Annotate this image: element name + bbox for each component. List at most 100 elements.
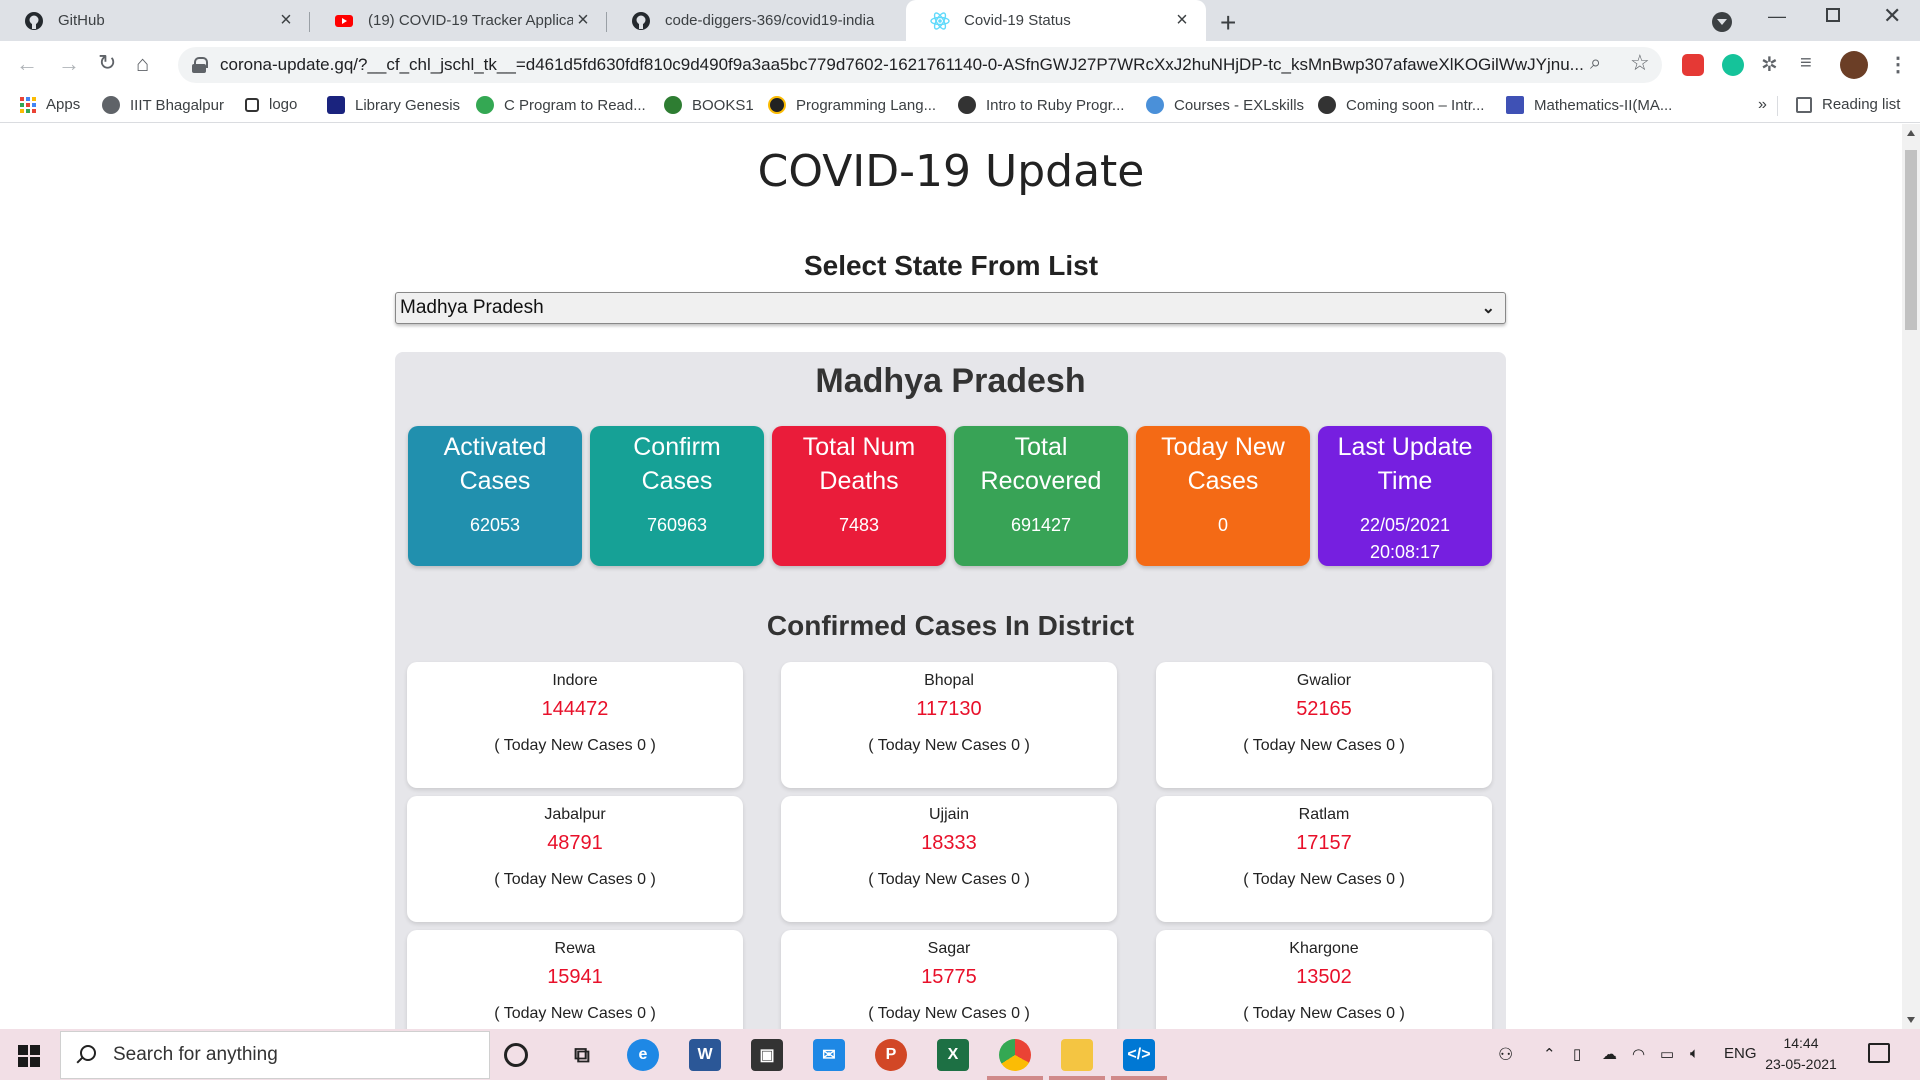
tab-search-icon[interactable] xyxy=(1712,12,1732,32)
bookmark-exlskills[interactable]: Courses - EXLskills xyxy=(1146,96,1304,114)
district-name: Indore xyxy=(552,672,598,689)
bookmark-label: BOOKS1 xyxy=(692,96,754,114)
window-close-icon[interactable]: ✕ xyxy=(1883,3,1901,29)
district-name: Ratlam xyxy=(1298,806,1350,823)
forward-arrow-icon[interactable]: → xyxy=(58,51,80,77)
scroll-thumb[interactable] xyxy=(1905,150,1917,330)
vscode-icon[interactable]: </> xyxy=(1123,1039,1155,1071)
device-icon[interactable]: ▯ xyxy=(1573,1045,1581,1063)
state-select-dropdown[interactable]: Madhya Pradesh ⌄ xyxy=(395,292,1506,324)
address-bar[interactable]: corona-update.gq/?__cf_chl_jschl_tk__=d4… xyxy=(178,47,1662,83)
bookmark-star-icon[interactable]: ☆ xyxy=(1630,50,1650,76)
reading-list[interactable]: Reading list xyxy=(1796,96,1900,113)
tab-title: GitHub xyxy=(58,12,105,29)
windows-start-icon[interactable] xyxy=(18,1045,40,1067)
bookmark-label: Intro to Ruby Progr... xyxy=(986,96,1125,114)
store-icon[interactable]: ▣ xyxy=(751,1039,783,1071)
district-today-new: ( Today New Cases 0 ) xyxy=(868,1005,1030,1022)
taskbar-clock[interactable]: 14:44 23-05-2021 xyxy=(1760,1033,1842,1075)
district-today-new: ( Today New Cases 0 ) xyxy=(494,871,656,888)
bookmark-label: Mathematics-II(MA... xyxy=(1534,96,1673,114)
district-card: Bhopal 117130 ( Today New Cases 0 ) xyxy=(781,662,1117,788)
powerpoint-icon[interactable]: P xyxy=(875,1039,907,1071)
reload-icon[interactable]: ↻ xyxy=(98,50,116,76)
cortana-icon[interactable] xyxy=(504,1043,528,1067)
battery-icon[interactable]: ▭ xyxy=(1660,1045,1674,1063)
go-icon xyxy=(958,96,976,114)
district-today-new: ( Today New Cases 0 ) xyxy=(868,737,1030,754)
tab-youtube[interactable]: (19) COVID-19 Tracker Applicatio × xyxy=(310,0,607,41)
stat-value: 691427 xyxy=(1010,515,1072,535)
clock-time: 14:44 xyxy=(1783,1035,1819,1051)
select-state-label: Select State From List xyxy=(803,250,1099,281)
bookmark-label: IIIT Bhagalpur xyxy=(130,96,224,114)
bookmark-coming-soon[interactable]: Coming soon – Intr... xyxy=(1318,96,1484,114)
district-today-new: ( Today New Cases 0 ) xyxy=(1243,1005,1405,1022)
language-indicator[interactable]: ENG xyxy=(1724,1045,1757,1062)
bookmark-mathematics[interactable]: Mathematics-II(MA... xyxy=(1506,96,1672,114)
windows-taskbar: Search for anything ⧉ e W ▣ ✉ P X </> ⚇ … xyxy=(0,1029,1920,1080)
wifi-icon[interactable]: ◠ xyxy=(1632,1045,1645,1063)
volume-icon[interactable]: 🔈︎ xyxy=(1690,1045,1699,1062)
zoom-icon[interactable]: ⌕ xyxy=(1590,52,1601,75)
close-icon[interactable]: × xyxy=(1172,9,1192,32)
reading-list-label: Reading list xyxy=(1822,96,1901,113)
grammarly-icon[interactable] xyxy=(1722,54,1744,76)
home-icon[interactable]: ⌂ xyxy=(136,51,149,77)
mail-icon[interactable]: ✉ xyxy=(813,1039,845,1071)
avatar[interactable] xyxy=(1840,51,1868,79)
tab-covid-status[interactable]: Covid-19 Status × xyxy=(906,0,1206,41)
file-explorer-icon[interactable] xyxy=(1061,1039,1093,1071)
scroll-down-icon[interactable] xyxy=(1907,1017,1915,1023)
site-icon xyxy=(1506,96,1524,114)
search-icon xyxy=(75,1045,96,1065)
extension-red-icon[interactable] xyxy=(1682,54,1704,76)
bookmark-logo[interactable]: logo xyxy=(245,96,297,113)
taskbar-search-box[interactable]: Search for anything xyxy=(60,1031,490,1079)
bookmark-iiit-bhagalpur[interactable]: IIIT Bhagalpur xyxy=(102,96,224,114)
site-icon xyxy=(1146,96,1164,114)
task-view-icon[interactable]: ⧉ xyxy=(566,1039,598,1071)
district-card: Indore 144472 ( Today New Cases 0 ) xyxy=(407,662,743,788)
district-name: Gwalior xyxy=(1296,672,1352,689)
cloud-icon[interactable]: ☁ xyxy=(1602,1045,1617,1063)
bookmark-c-program[interactable]: C Program to Read... xyxy=(476,96,646,114)
page-scrollbar[interactable] xyxy=(1902,124,1920,1029)
district-card: Gwalior 52165 ( Today New Cases 0 ) xyxy=(1156,662,1492,788)
bookmarks-overflow[interactable]: » xyxy=(1758,96,1767,114)
selected-state: Madhya Pradesh xyxy=(400,297,544,318)
puzzle-extensions-icon[interactable]: ✲ xyxy=(1761,52,1778,77)
tab-github[interactable]: GitHub × xyxy=(0,0,310,41)
excel-icon[interactable]: X xyxy=(937,1039,969,1071)
edge-icon[interactable]: e xyxy=(627,1039,659,1071)
bookmark-programming-lang[interactable]: Programming Lang... xyxy=(768,96,936,114)
scroll-up-icon[interactable] xyxy=(1907,130,1915,136)
chrome-icon[interactable] xyxy=(999,1039,1031,1071)
back-arrow-icon[interactable]: ← xyxy=(16,51,38,77)
menu-kebab-icon[interactable]: ⋮ xyxy=(1888,52,1908,77)
district-name: Sagar xyxy=(927,940,971,957)
site-icon xyxy=(768,96,786,114)
library-icon xyxy=(327,96,345,114)
tab-repository[interactable]: code-diggers-369/covid19-india xyxy=(607,0,904,41)
bookmark-books1[interactable]: BOOKS1 xyxy=(664,96,754,114)
district-name: Ujjain xyxy=(928,806,969,823)
chevron-up-icon[interactable]: ⌃ xyxy=(1543,1045,1556,1063)
media-queue-icon[interactable]: ≡ xyxy=(1800,52,1812,75)
new-tab-plus-icon[interactable]: + xyxy=(1220,7,1236,39)
district-today-new: ( Today New Cases 0 ) xyxy=(1243,737,1405,754)
bookmark-library-genesis[interactable]: Library Genesis xyxy=(327,96,460,114)
bookmark-label: C Program to Read... xyxy=(504,96,646,114)
close-icon[interactable]: × xyxy=(573,9,593,32)
district-card: Jabalpur 48791 ( Today New Cases 0 ) xyxy=(407,796,743,922)
chevron-down-icon: ⌄ xyxy=(1481,300,1495,317)
bookmark-apps[interactable]: Apps xyxy=(20,96,80,113)
restore-icon[interactable] xyxy=(1826,8,1840,22)
notification-icon[interactable] xyxy=(1868,1043,1890,1063)
people-icon[interactable]: ⚇ xyxy=(1498,1045,1513,1065)
minimize-icon[interactable]: — xyxy=(1768,6,1786,27)
bookmark-label: Library Genesis xyxy=(355,96,461,114)
bookmark-intro-ruby[interactable]: Intro to Ruby Progr... xyxy=(958,96,1124,114)
close-icon[interactable]: × xyxy=(276,9,296,32)
word-icon[interactable]: W xyxy=(689,1039,721,1071)
